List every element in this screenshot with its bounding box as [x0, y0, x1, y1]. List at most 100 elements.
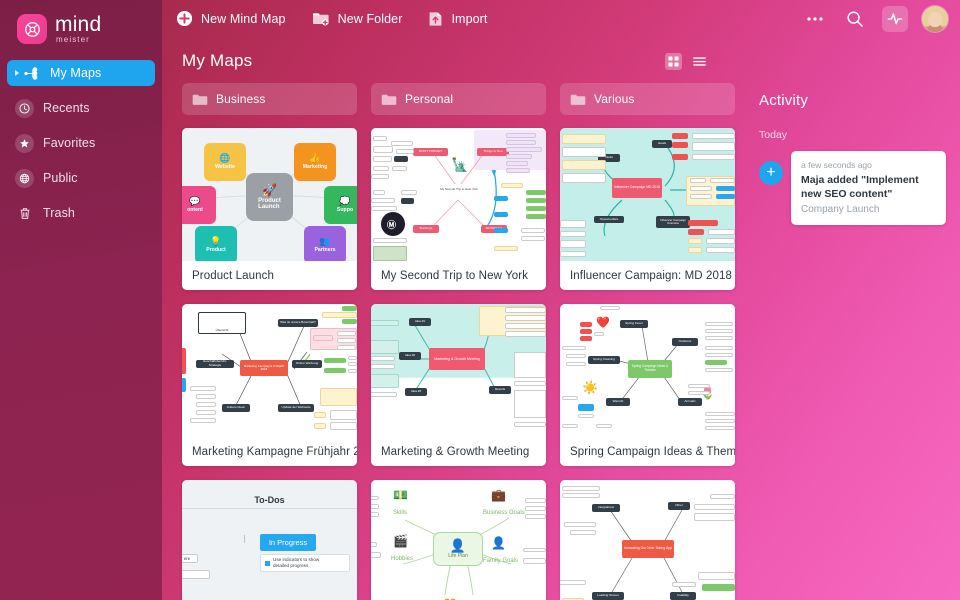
mindmap-node: Idea #3: [405, 388, 427, 396]
activity-title: Activity: [759, 92, 809, 109]
mindmeister-app: mind meister My Maps Recents Favorites P…: [0, 0, 960, 600]
mindmap-title-node: To-Dos: [254, 495, 285, 505]
new-mind-map-label: New Mind Map: [201, 11, 286, 26]
mindmap-center-node: 🚀 Product Launch: [246, 173, 293, 221]
mindmap-node: Outdoors: [672, 338, 698, 346]
sidebar: mind meister My Maps Recents Favorites P…: [0, 0, 162, 600]
mindmap-node: Things to See: [477, 148, 509, 156]
mindmap-node: 🌐 Website: [204, 143, 246, 181]
map-card[interactable]: To-Dos In Progress Use indicators to sho…: [182, 480, 357, 600]
map-card[interactable]: Innovating Our Note Taking App Integrati…: [560, 480, 735, 600]
mindmap-node: Spring Fever: [620, 320, 648, 328]
mindmap-node-label: Hobbies: [391, 556, 414, 562]
mindmap-node: 💭 Suppo: [324, 186, 357, 224]
page-title: My Maps: [182, 51, 253, 70]
activity-panel: Activity Today + a few seconds ago Maja …: [745, 74, 960, 226]
map-card-title: Influencer Campaign: MD 2018: [560, 261, 735, 290]
mindmap-node: Update der Webseite: [278, 404, 314, 412]
mindmap-node: Loading Screen: [592, 592, 624, 600]
globe-icon: [15, 168, 34, 188]
sidebar-item-my-maps[interactable]: My Maps: [7, 60, 155, 86]
map-card[interactable]: Spring Campaign Ideas & Themes Spring Fe…: [560, 304, 735, 466]
map-card-title: Marketing & Growth Meeting: [371, 437, 546, 466]
map-card-title: Marketing Kampagne Frühjahr 20…: [182, 437, 357, 466]
activity-timestamp: a few seconds ago: [801, 160, 872, 170]
mindmap-center-node: 👤 Life Plan: [433, 532, 483, 566]
map-card[interactable]: Marketing & Growth Meeting Idea #1 Idea …: [371, 304, 546, 466]
map-thumbnail-new-york: 🗽 My Second Trip to New York DON'T FORGE…: [371, 128, 546, 261]
mindmap-center-node: Innovating Our Note Taking App: [622, 540, 674, 558]
map-card[interactable]: 🌐Website 👍Marketing 💬ontent 💭Suppo �: [182, 128, 357, 290]
list-view-icon[interactable]: [691, 53, 708, 70]
avatar-face: [928, 11, 942, 27]
activity-add-badge-icon: +: [759, 161, 783, 185]
map-card[interactable]: Influencer Campaign MD 2018 Tasks Goals …: [560, 128, 735, 290]
sidebar-item-label: Trash: [43, 206, 75, 220]
brand-name: mind: [55, 13, 102, 36]
sidebar-item-trash[interactable]: Trash: [7, 200, 155, 226]
folder-label: Personal: [405, 92, 454, 106]
ellipsis-icon[interactable]: [802, 6, 828, 32]
mindmap-node: Andere Ideen: [222, 404, 250, 412]
folder-icon: [570, 93, 586, 106]
sidebar-item-favorites[interactable]: Favorites: [7, 130, 155, 156]
mindmap-center-node: Marketing Kampagne Frühjahr 2018: [240, 360, 288, 376]
page-header: My Maps: [162, 37, 728, 71]
view-toggle: [665, 52, 708, 70]
activity-day-label: Today: [759, 129, 788, 141]
mindmap-center-node: Influencer Campaign MD 2018: [612, 178, 662, 198]
map-thumbnail-todos: To-Dos In Progress Use indicators to sho…: [182, 480, 357, 600]
folder-label: Various: [594, 92, 635, 106]
clock-icon: [15, 98, 34, 118]
new-folder-button[interactable]: New Folder: [312, 0, 403, 37]
grid-view-icon[interactable]: [665, 52, 682, 70]
sidebar-item-label: Recents: [43, 101, 90, 115]
sidebar-item-label: Public: [43, 171, 78, 185]
mindmap-node: Online Werbung: [292, 360, 322, 368]
user-avatar[interactable]: [922, 5, 948, 32]
map-card-title: My Second Trip to New York: [371, 261, 546, 290]
sidebar-item-recents[interactable]: Recents: [7, 95, 155, 121]
folder-icon: [381, 93, 397, 106]
activity-card[interactable]: a few seconds ago Maja added "Implement …: [791, 151, 946, 226]
chevron-right-icon: [15, 70, 19, 76]
folder-tab-personal[interactable]: Personal: [371, 83, 546, 115]
folder-tab-business[interactable]: Business: [182, 83, 357, 115]
sidebar-item-public[interactable]: Public: [7, 165, 155, 191]
mindmap-node-label: Family Goals: [483, 558, 519, 564]
mindmap-node-label: Business Goals: [483, 510, 525, 516]
brand-subtitle: meister: [56, 35, 90, 44]
map-thumbnail-spring: Spring Campaign Ideas & Themes Spring Fe…: [560, 304, 735, 437]
activity-entry[interactable]: + a few seconds ago Maja added "Implemen…: [759, 151, 946, 226]
map-card[interactable]: 🗽 My Second Trip to New York DON'T FORGE…: [371, 128, 546, 290]
activity-pulse-icon[interactable]: [882, 5, 908, 32]
mindmap-node: In Progress: [260, 534, 316, 551]
mindmap-center-node: Marketing & Growth Meeting: [429, 348, 485, 370]
map-thumbnail-lifeplan: 👤 Life Plan 💵 💼 🎬 👤 Skills Business Goal…: [371, 480, 546, 600]
mindmap-node: Usability: [670, 592, 696, 600]
map-card[interactable]: 👤 Life Plan 💵 💼 🎬 👤 Skills Business Goal…: [371, 480, 546, 600]
plus-circle-icon: [176, 10, 193, 27]
mindmap-node: DON'T FORGET: [413, 148, 448, 156]
brand-logo-area[interactable]: mind meister: [0, 0, 162, 44]
sidebar-nav: My Maps Recents Favorites Public Trash: [0, 60, 162, 226]
folder-plus-icon: [312, 11, 330, 26]
mindmap-node: Spring Cleaning: [588, 356, 620, 364]
map-thumbnail-influencer: Influencer Campaign MD 2018 Tasks Goals …: [560, 128, 735, 261]
new-mind-map-button[interactable]: New Mind Map: [176, 0, 286, 37]
map-thumbnail-kampagne: Marketing Kampagne Frühjahr 2018 Was ist…: [182, 304, 357, 437]
mindmap-node: 💬 ontent: [182, 186, 216, 224]
map-card[interactable]: Marketing Kampagne Frühjahr 2018 Was ist…: [182, 304, 357, 466]
import-button[interactable]: Import: [428, 0, 487, 37]
folder-label: Business: [216, 92, 266, 106]
mindmeister-logo-icon: [17, 14, 47, 44]
search-icon[interactable]: [842, 6, 868, 32]
mindmap-node: 👍 Marketing: [294, 143, 336, 181]
folder-tab-various[interactable]: Various: [560, 83, 735, 115]
import-upload-icon: [428, 11, 443, 27]
map-thumbnail-notetaking: Innovating Our Note Taking App Integrati…: [560, 480, 735, 600]
mindmap-node: Bookings: [413, 225, 439, 233]
mindmap-node: Animals: [678, 398, 702, 406]
sidebar-item-label: Favorites: [43, 136, 96, 150]
mindmap-center-node: Spring Campaign Ideas & Themes: [628, 360, 672, 378]
